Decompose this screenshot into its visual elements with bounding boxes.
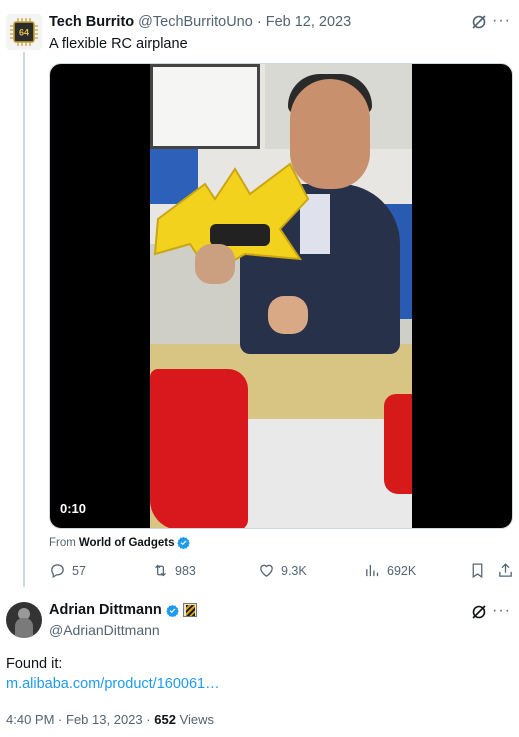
views-button[interactable]: 692K <box>364 562 416 579</box>
author-name-row: Adrian Dittmann <box>49 602 197 618</box>
tweet-time[interactable]: 4:40 PM <box>6 712 54 727</box>
views-label: Views <box>179 712 215 727</box>
tweet-meta: 4:40 PM · Feb 13, 2023 · 652 Views <box>6 712 214 727</box>
video-source: From World of Gadgets <box>49 536 191 549</box>
video-duration: 0:10 <box>60 501 87 516</box>
tweet-date[interactable]: Feb 12, 2023 <box>266 14 351 30</box>
views-count: 692K <box>387 563 417 578</box>
thread-line <box>23 52 25 587</box>
like-button[interactable]: 9.3K <box>258 562 307 579</box>
reply-button[interactable]: 57 <box>49 562 86 579</box>
author-name[interactable]: Adrian Dittmann <box>49 602 162 618</box>
more-icon[interactable]: ··· <box>492 12 511 30</box>
tech-burrito-avatar[interactable]: 64 <box>6 14 42 50</box>
adrian-avatar[interactable] <box>6 602 42 638</box>
tweet-text: Found it: <box>6 656 63 672</box>
author-handle[interactable]: @TechBurritoUno <box>138 14 253 30</box>
author-name[interactable]: Tech Burrito <box>49 14 134 30</box>
bookmark-icon <box>472 563 483 579</box>
tweet-date[interactable]: Feb 13, 2023 <box>66 712 143 727</box>
views-icon <box>366 564 379 577</box>
bookmark-button[interactable] <box>469 562 486 579</box>
tweet-header: Tech Burrito @TechBurritoUno · Feb 12, 2… <box>49 14 351 30</box>
like-icon <box>260 564 273 577</box>
from-label: From <box>49 536 76 549</box>
separator: · <box>146 712 151 727</box>
grok-icon <box>472 15 486 29</box>
product-link[interactable]: m.alibaba.com/product/160061… <box>6 676 220 692</box>
grok-button[interactable] <box>471 604 487 625</box>
reply-count: 57 <box>72 563 86 578</box>
verified-icon <box>177 536 191 549</box>
tweet-actions: 57 983 9.3K 692K <box>49 562 517 582</box>
more-icon[interactable]: ··· <box>492 602 511 620</box>
svg-text:64: 64 <box>19 28 29 38</box>
affiliate-badge-icon[interactable] <box>182 603 197 617</box>
video-frame <box>150 64 412 528</box>
retweet-count: 983 <box>175 563 196 578</box>
video-player[interactable]: 0:10 <box>49 63 513 529</box>
like-count: 9.3K <box>281 563 307 578</box>
separator: · <box>58 712 63 727</box>
author-handle[interactable]: @AdrianDittmann <box>49 622 160 638</box>
share-button[interactable] <box>497 562 514 579</box>
retweet-icon <box>155 564 166 577</box>
chip-avatar-icon: 64 <box>10 18 38 46</box>
verified-icon <box>165 604 179 617</box>
from-account[interactable]: World of Gadgets <box>79 537 175 549</box>
separator: · <box>256 14 262 30</box>
views-count: 652 <box>154 712 176 727</box>
share-icon <box>499 563 512 577</box>
tweet-text: A flexible RC airplane <box>49 36 188 52</box>
retweet-button[interactable]: 983 <box>152 562 196 579</box>
grok-button[interactable] <box>471 14 487 35</box>
grok-icon <box>472 605 486 619</box>
reply-icon <box>51 564 64 579</box>
